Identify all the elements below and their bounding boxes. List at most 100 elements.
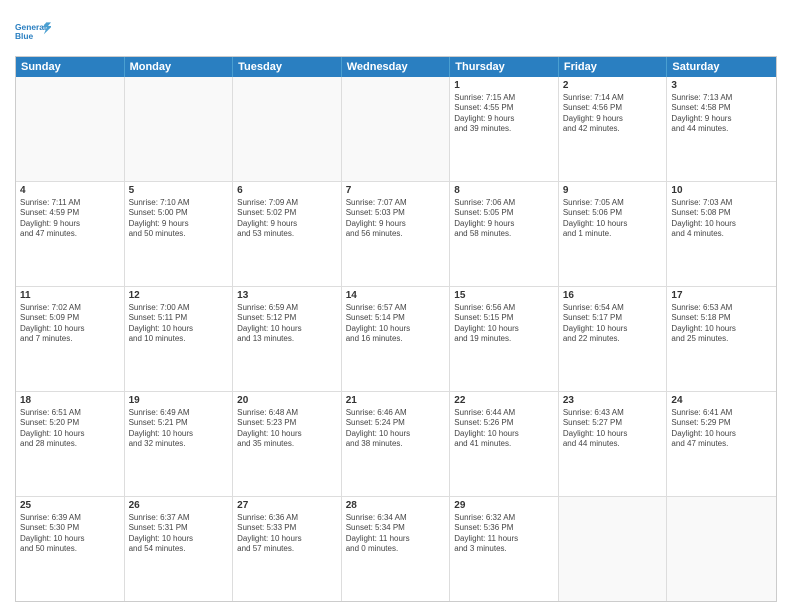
header: General Blue [15, 10, 777, 50]
day-number: 29 [454, 500, 554, 511]
cal-cell-day-8: 8 Sunrise: 7:06 AM Sunset: 5:05 PM Daylig… [450, 182, 559, 286]
cal-cell-day-15: 15 Sunrise: 6:56 AM Sunset: 5:15 PM Dayli… [450, 287, 559, 391]
day-detail: Sunrise: 6:48 AM Sunset: 5:23 PM Dayligh… [237, 408, 337, 450]
header-day-tuesday: Tuesday [233, 57, 342, 77]
svg-text:Blue: Blue [15, 31, 34, 41]
cal-cell-day-7: 7 Sunrise: 7:07 AM Sunset: 5:03 PM Daylig… [342, 182, 451, 286]
cal-cell-day-28: 28 Sunrise: 6:34 AM Sunset: 5:34 PM Dayli… [342, 497, 451, 601]
cal-cell-day-26: 26 Sunrise: 6:37 AM Sunset: 5:31 PM Dayli… [125, 497, 234, 601]
day-detail: Sunrise: 7:09 AM Sunset: 5:02 PM Dayligh… [237, 198, 337, 240]
cal-cell-empty-0-0 [16, 77, 125, 181]
day-detail: Sunrise: 7:02 AM Sunset: 5:09 PM Dayligh… [20, 303, 120, 345]
day-detail: Sunrise: 6:34 AM Sunset: 5:34 PM Dayligh… [346, 513, 446, 555]
cal-cell-empty-4-6 [667, 497, 776, 601]
cal-cell-day-22: 22 Sunrise: 6:44 AM Sunset: 5:26 PM Dayli… [450, 392, 559, 496]
day-detail: Sunrise: 7:14 AM Sunset: 4:56 PM Dayligh… [563, 93, 663, 135]
cal-cell-day-3: 3 Sunrise: 7:13 AM Sunset: 4:58 PM Daylig… [667, 77, 776, 181]
cal-cell-empty-0-3 [342, 77, 451, 181]
day-detail: Sunrise: 6:36 AM Sunset: 5:33 PM Dayligh… [237, 513, 337, 555]
logo-svg: General Blue [15, 14, 51, 50]
day-detail: Sunrise: 7:07 AM Sunset: 5:03 PM Dayligh… [346, 198, 446, 240]
cal-cell-day-20: 20 Sunrise: 6:48 AM Sunset: 5:23 PM Dayli… [233, 392, 342, 496]
day-number: 4 [20, 185, 120, 196]
cal-row-2: 11 Sunrise: 7:02 AM Sunset: 5:09 PM Dayli… [16, 287, 776, 392]
header-day-wednesday: Wednesday [342, 57, 451, 77]
day-detail: Sunrise: 6:57 AM Sunset: 5:14 PM Dayligh… [346, 303, 446, 345]
day-detail: Sunrise: 6:44 AM Sunset: 5:26 PM Dayligh… [454, 408, 554, 450]
cal-cell-day-24: 24Sunrise: 6:41 AM Sunset: 5:29 PM Dayli… [667, 392, 776, 496]
cal-cell-empty-0-1 [125, 77, 234, 181]
cal-cell-day-23: 23 Sunrise: 6:43 AM Sunset: 5:27 PM Dayli… [559, 392, 668, 496]
cal-row-3: 18Sunrise: 6:51 AM Sunset: 5:20 PM Dayli… [16, 392, 776, 497]
header-day-monday: Monday [125, 57, 234, 77]
day-number: 27 [237, 500, 337, 511]
day-number: 9 [563, 185, 663, 196]
day-number: 12 [129, 290, 229, 301]
cal-cell-day-5: 5 Sunrise: 7:10 AM Sunset: 5:00 PM Daylig… [125, 182, 234, 286]
cal-cell-day-13: 13 Sunrise: 6:59 AM Sunset: 5:12 PM Dayli… [233, 287, 342, 391]
day-detail: Sunrise: 6:43 AM Sunset: 5:27 PM Dayligh… [563, 408, 663, 450]
cal-cell-empty-0-2 [233, 77, 342, 181]
day-number: 2 [563, 80, 663, 91]
cal-cell-empty-4-5 [559, 497, 668, 601]
day-detail: Sunrise: 7:10 AM Sunset: 5:00 PM Dayligh… [129, 198, 229, 240]
cal-cell-day-16: 16Sunrise: 6:54 AM Sunset: 5:17 PM Dayli… [559, 287, 668, 391]
day-detail: Sunrise: 7:15 AM Sunset: 4:55 PM Dayligh… [454, 93, 554, 135]
day-number: 23 [563, 395, 663, 406]
day-number: 8 [454, 185, 554, 196]
day-detail: Sunrise: 7:13 AM Sunset: 4:58 PM Dayligh… [671, 93, 772, 135]
header-day-saturday: Saturday [667, 57, 776, 77]
day-detail: Sunrise: 7:05 AM Sunset: 5:06 PM Dayligh… [563, 198, 663, 240]
cal-cell-day-1: 1 Sunrise: 7:15 AM Sunset: 4:55 PM Daylig… [450, 77, 559, 181]
day-number: 26 [129, 500, 229, 511]
day-number: 19 [129, 395, 229, 406]
cal-cell-day-29: 29 Sunrise: 6:32 AM Sunset: 5:36 PM Dayli… [450, 497, 559, 601]
day-number: 3 [671, 80, 772, 91]
day-number: 13 [237, 290, 337, 301]
cal-cell-day-17: 17 Sunrise: 6:53 AM Sunset: 5:18 PM Dayli… [667, 287, 776, 391]
cal-cell-day-4: 4 Sunrise: 7:11 AM Sunset: 4:59 PM Daylig… [16, 182, 125, 286]
day-detail: Sunrise: 7:11 AM Sunset: 4:59 PM Dayligh… [20, 198, 120, 240]
calendar-body: 1 Sunrise: 7:15 AM Sunset: 4:55 PM Daylig… [16, 77, 776, 601]
calendar-header: SundayMondayTuesdayWednesdayThursdayFrid… [16, 57, 776, 77]
cal-cell-day-19: 19 Sunrise: 6:49 AM Sunset: 5:21 PM Dayli… [125, 392, 234, 496]
day-detail: Sunrise: 7:06 AM Sunset: 5:05 PM Dayligh… [454, 198, 554, 240]
day-detail: Sunrise: 6:53 AM Sunset: 5:18 PM Dayligh… [671, 303, 772, 345]
day-detail: Sunrise: 6:59 AM Sunset: 5:12 PM Dayligh… [237, 303, 337, 345]
page: General Blue SundayMondayTuesdayWednesda… [0, 0, 792, 612]
header-day-thursday: Thursday [450, 57, 559, 77]
day-number: 6 [237, 185, 337, 196]
day-detail: Sunrise: 6:56 AM Sunset: 5:15 PM Dayligh… [454, 303, 554, 345]
day-number: 14 [346, 290, 446, 301]
header-day-sunday: Sunday [16, 57, 125, 77]
day-number: 16 [563, 290, 663, 301]
day-number: 18 [20, 395, 120, 406]
day-detail: Sunrise: 7:00 AM Sunset: 5:11 PM Dayligh… [129, 303, 229, 345]
cal-cell-day-10: 10Sunrise: 7:03 AM Sunset: 5:08 PM Dayli… [667, 182, 776, 286]
day-detail: Sunrise: 6:39 AM Sunset: 5:30 PM Dayligh… [20, 513, 120, 555]
day-detail: Sunrise: 6:32 AM Sunset: 5:36 PM Dayligh… [454, 513, 554, 555]
day-number: 5 [129, 185, 229, 196]
day-detail: Sunrise: 6:37 AM Sunset: 5:31 PM Dayligh… [129, 513, 229, 555]
cal-row-0: 1 Sunrise: 7:15 AM Sunset: 4:55 PM Daylig… [16, 77, 776, 182]
day-number: 10 [671, 185, 772, 196]
cal-cell-day-12: 12 Sunrise: 7:00 AM Sunset: 5:11 PM Dayli… [125, 287, 234, 391]
day-number: 25 [20, 500, 120, 511]
day-number: 17 [671, 290, 772, 301]
day-number: 20 [237, 395, 337, 406]
day-number: 15 [454, 290, 554, 301]
day-number: 7 [346, 185, 446, 196]
day-number: 1 [454, 80, 554, 91]
cal-cell-day-11: 11 Sunrise: 7:02 AM Sunset: 5:09 PM Dayli… [16, 287, 125, 391]
day-number: 28 [346, 500, 446, 511]
calendar: SundayMondayTuesdayWednesdayThursdayFrid… [15, 56, 777, 602]
cal-cell-day-6: 6 Sunrise: 7:09 AM Sunset: 5:02 PM Daylig… [233, 182, 342, 286]
day-detail: Sunrise: 6:49 AM Sunset: 5:21 PM Dayligh… [129, 408, 229, 450]
day-number: 22 [454, 395, 554, 406]
cal-cell-day-2: 2 Sunrise: 7:14 AM Sunset: 4:56 PM Daylig… [559, 77, 668, 181]
cal-cell-day-18: 18Sunrise: 6:51 AM Sunset: 5:20 PM Dayli… [16, 392, 125, 496]
cal-cell-day-14: 14 Sunrise: 6:57 AM Sunset: 5:14 PM Dayli… [342, 287, 451, 391]
cal-cell-day-25: 25 Sunrise: 6:39 AM Sunset: 5:30 PM Dayli… [16, 497, 125, 601]
day-number: 11 [20, 290, 120, 301]
day-number: 21 [346, 395, 446, 406]
